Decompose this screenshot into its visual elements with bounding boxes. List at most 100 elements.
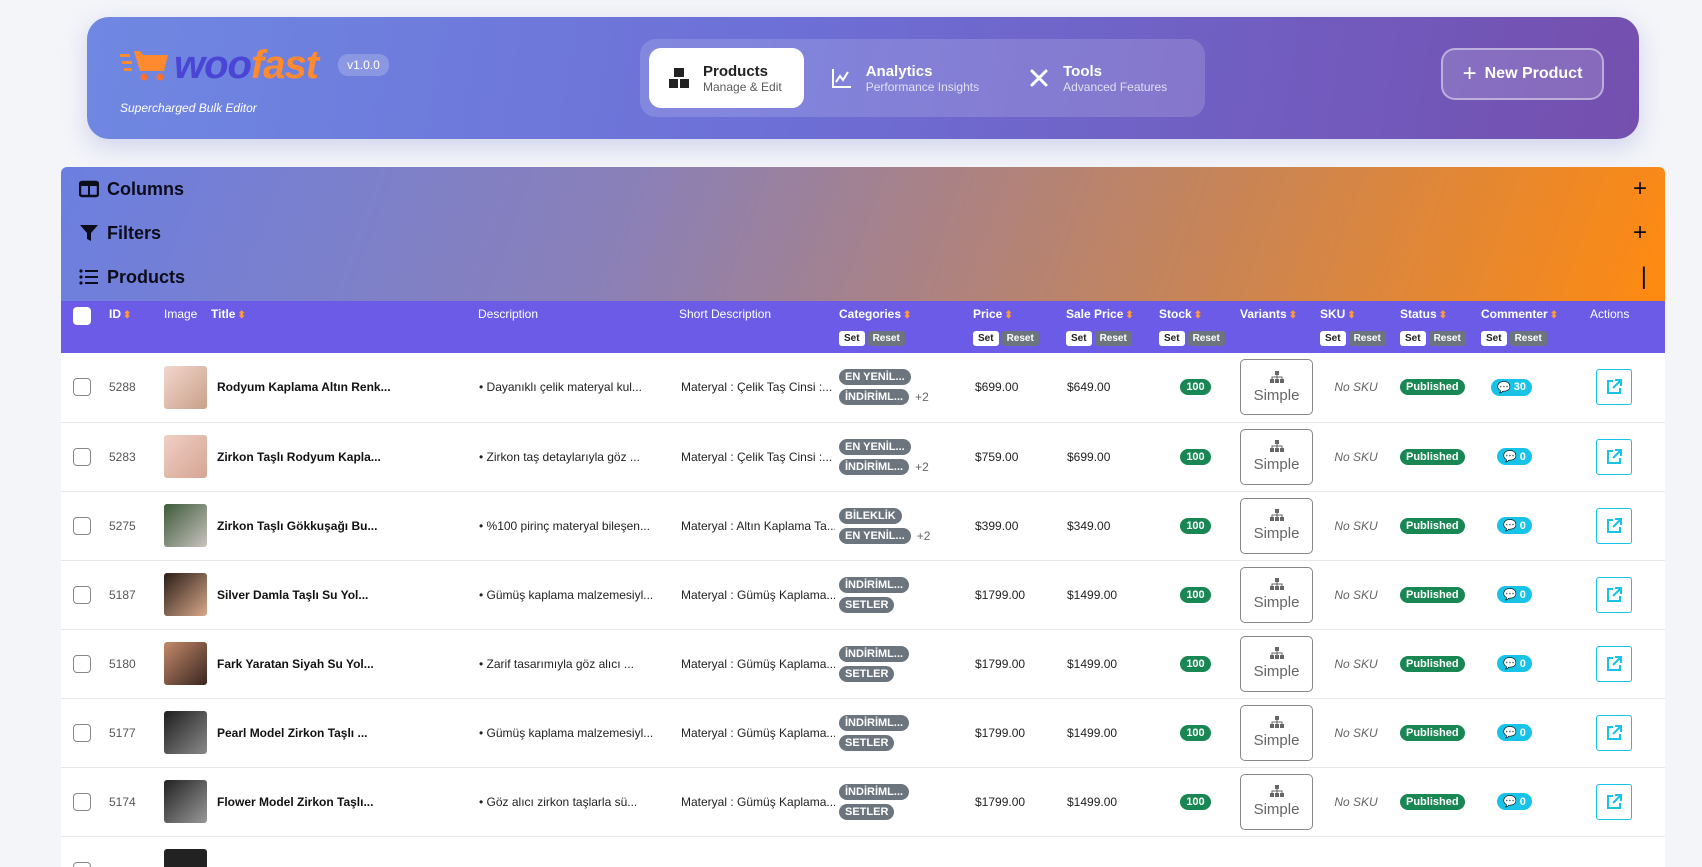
stock-badge[interactable]: 100 xyxy=(1180,518,1210,534)
set-button[interactable]: Set xyxy=(1320,331,1346,346)
sort-icon[interactable]: ⬍ xyxy=(1347,310,1355,321)
sort-icon[interactable]: ⬍ xyxy=(903,310,911,321)
sale-price[interactable]: $649.00 xyxy=(1062,353,1155,422)
sale-price[interactable]: $1499.00 xyxy=(1062,698,1155,767)
sku[interactable]: No SKU xyxy=(1316,629,1396,698)
column-header-title[interactable]: Title⬍ xyxy=(207,301,474,353)
sale-price[interactable]: $349.00 xyxy=(1062,491,1155,560)
product-short-description[interactable]: Materyal : Gümüş Kaplama... xyxy=(675,767,835,836)
reset-button[interactable]: Reset xyxy=(1002,331,1039,346)
row-checkbox[interactable] xyxy=(73,862,91,867)
product-description[interactable]: • Gümüş kaplama malzemesiyl... xyxy=(474,698,675,767)
status-badge[interactable]: Published xyxy=(1400,449,1465,465)
price[interactable]: $1799.00 xyxy=(969,767,1062,836)
column-header-sku[interactable]: SKU⬍SetReset xyxy=(1316,301,1396,353)
product-short-description[interactable]: Materyal : Çelik Taş Cinsi :... xyxy=(675,422,835,491)
sku[interactable]: No SKU xyxy=(1316,491,1396,560)
open-product-button[interactable] xyxy=(1596,439,1632,475)
product-title[interactable]: Rodyum Kaplama Altın Renk... xyxy=(207,353,474,422)
row-checkbox[interactable] xyxy=(73,724,91,742)
column-header-sale-price[interactable]: Sale Price⬍SetReset xyxy=(1062,301,1155,353)
reset-button[interactable]: Reset xyxy=(868,331,905,346)
sale-price[interactable]: $699.00 xyxy=(1062,422,1155,491)
product-short-description[interactable]: Materyal : Gümüş Kaplama... xyxy=(675,560,835,629)
column-header-categories[interactable]: Categories⬍SetReset xyxy=(835,301,969,353)
sort-icon[interactable]: ⬍ xyxy=(1194,310,1202,321)
product-short-description[interactable]: Materyal : Gümüş Kaplama... xyxy=(675,629,835,698)
price[interactable]: $1799.00 xyxy=(969,560,1062,629)
open-product-button[interactable] xyxy=(1596,369,1632,405)
more-categories[interactable]: +2 xyxy=(915,390,929,404)
comments-badge[interactable]: 💬30 xyxy=(1491,379,1532,396)
reset-button[interactable]: Reset xyxy=(1095,331,1132,346)
open-product-button[interactable] xyxy=(1596,577,1632,613)
open-product-button[interactable] xyxy=(1596,715,1632,751)
comments-badge[interactable]: 💬0 xyxy=(1497,586,1532,603)
status-badge[interactable]: Published xyxy=(1400,794,1465,810)
more-categories[interactable]: +2 xyxy=(915,460,929,474)
column-header-stock[interactable]: Stock⬍SetReset xyxy=(1155,301,1236,353)
open-product-button[interactable] xyxy=(1596,646,1632,682)
variant-type[interactable]: Simple xyxy=(1240,498,1313,554)
stock-badge[interactable]: 100 xyxy=(1180,379,1210,395)
status-badge[interactable]: Published xyxy=(1400,518,1465,534)
comments-badge[interactable]: 💬0 xyxy=(1497,655,1532,672)
section-columns[interactable]: Columns+ xyxy=(61,167,1665,211)
status-badge[interactable]: Published xyxy=(1400,379,1465,395)
product-description[interactable]: • %100 pirinç materyal bileşen... xyxy=(474,491,675,560)
sort-icon[interactable]: ⬍ xyxy=(1550,310,1558,321)
more-categories[interactable]: +2 xyxy=(917,529,931,543)
product-description[interactable]: • Dayanıklı çelik materyal kul... xyxy=(474,353,675,422)
sale-price[interactable]: $1499.00 xyxy=(1062,629,1155,698)
status-badge[interactable]: Published xyxy=(1400,725,1465,741)
product-title[interactable]: Fark Yaratan Siyah Su Yol... xyxy=(207,629,474,698)
sort-icon[interactable]: ⬍ xyxy=(1289,310,1297,321)
product-description[interactable]: • Zarif tasarımıyla göz alıcı ... xyxy=(474,629,675,698)
stock-badge[interactable]: 100 xyxy=(1180,725,1210,741)
column-header-status[interactable]: Status⬍SetReset xyxy=(1396,301,1477,353)
open-product-button[interactable] xyxy=(1596,508,1632,544)
tab-products[interactable]: ProductsManage & Edit xyxy=(649,48,804,108)
set-button[interactable]: Set xyxy=(1400,331,1426,346)
stock-badge[interactable]: 100 xyxy=(1180,794,1210,810)
price[interactable]: $1799.00 xyxy=(969,629,1062,698)
set-button[interactable]: Set xyxy=(1159,331,1185,346)
categories[interactable]: EN YENİL...İNDİRİML...+2 xyxy=(839,369,965,405)
status-badge[interactable]: Published xyxy=(1400,587,1465,603)
reset-button[interactable]: Reset xyxy=(1429,331,1466,346)
column-header-commenter[interactable]: Commenter⬍SetReset xyxy=(1477,301,1586,353)
sku[interactable]: No SKU xyxy=(1316,767,1396,836)
column-header-id[interactable]: ID⬍ xyxy=(105,301,160,353)
comments-badge[interactable]: 💬0 xyxy=(1497,448,1532,465)
sku[interactable]: No SKU xyxy=(1316,698,1396,767)
sku[interactable]: No SKU xyxy=(1316,422,1396,491)
product-title[interactable]: Pearl Model Zirkon Taşlı ... xyxy=(207,698,474,767)
sort-icon[interactable]: ⬍ xyxy=(123,310,131,321)
product-title[interactable]: Flower Model Zirkon Taşlı... xyxy=(207,767,474,836)
price[interactable]: $759.00 xyxy=(969,422,1062,491)
variant-type[interactable]: Simple xyxy=(1240,567,1313,623)
categories[interactable]: İNDİRİML...SETLER xyxy=(839,577,965,613)
row-checkbox[interactable] xyxy=(73,655,91,673)
set-button[interactable]: Set xyxy=(1066,331,1092,346)
categories[interactable]: İNDİRİML...SETLER xyxy=(839,646,965,682)
comments-badge[interactable]: 💬0 xyxy=(1497,793,1532,810)
comments-badge[interactable]: 💬0 xyxy=(1497,517,1532,534)
column-header-variants[interactable]: Variants⬍ xyxy=(1236,301,1316,353)
categories[interactable]: İNDİRİML...SETLER xyxy=(839,784,965,820)
row-checkbox[interactable] xyxy=(73,793,91,811)
product-description[interactable]: • Zirkon taş detaylarıyla göz ... xyxy=(474,422,675,491)
product-title[interactable]: Zirkon Taşlı Gökkuşağı Bu... xyxy=(207,491,474,560)
collapse-icon[interactable]: | xyxy=(1641,263,1647,291)
reset-button[interactable]: Reset xyxy=(1349,331,1386,346)
variant-type[interactable]: Simple xyxy=(1240,774,1313,830)
product-short-description[interactable]: Materyal : Altın Kaplama Ta... xyxy=(675,491,835,560)
stock-badge[interactable]: 100 xyxy=(1180,656,1210,672)
product-short-description[interactable]: Materyal : Çelik Taş Cinsi :... xyxy=(675,353,835,422)
product-description[interactable]: • Göz alıcı zirkon taşlarla sü... xyxy=(474,767,675,836)
tab-analytics[interactable]: AnalyticsPerformance Insights xyxy=(812,48,1001,108)
set-button[interactable]: Set xyxy=(1481,331,1507,346)
section-filters[interactable]: Filters+ xyxy=(61,211,1665,255)
variant-type[interactable]: Simple xyxy=(1240,429,1313,485)
sku[interactable]: No SKU xyxy=(1316,560,1396,629)
